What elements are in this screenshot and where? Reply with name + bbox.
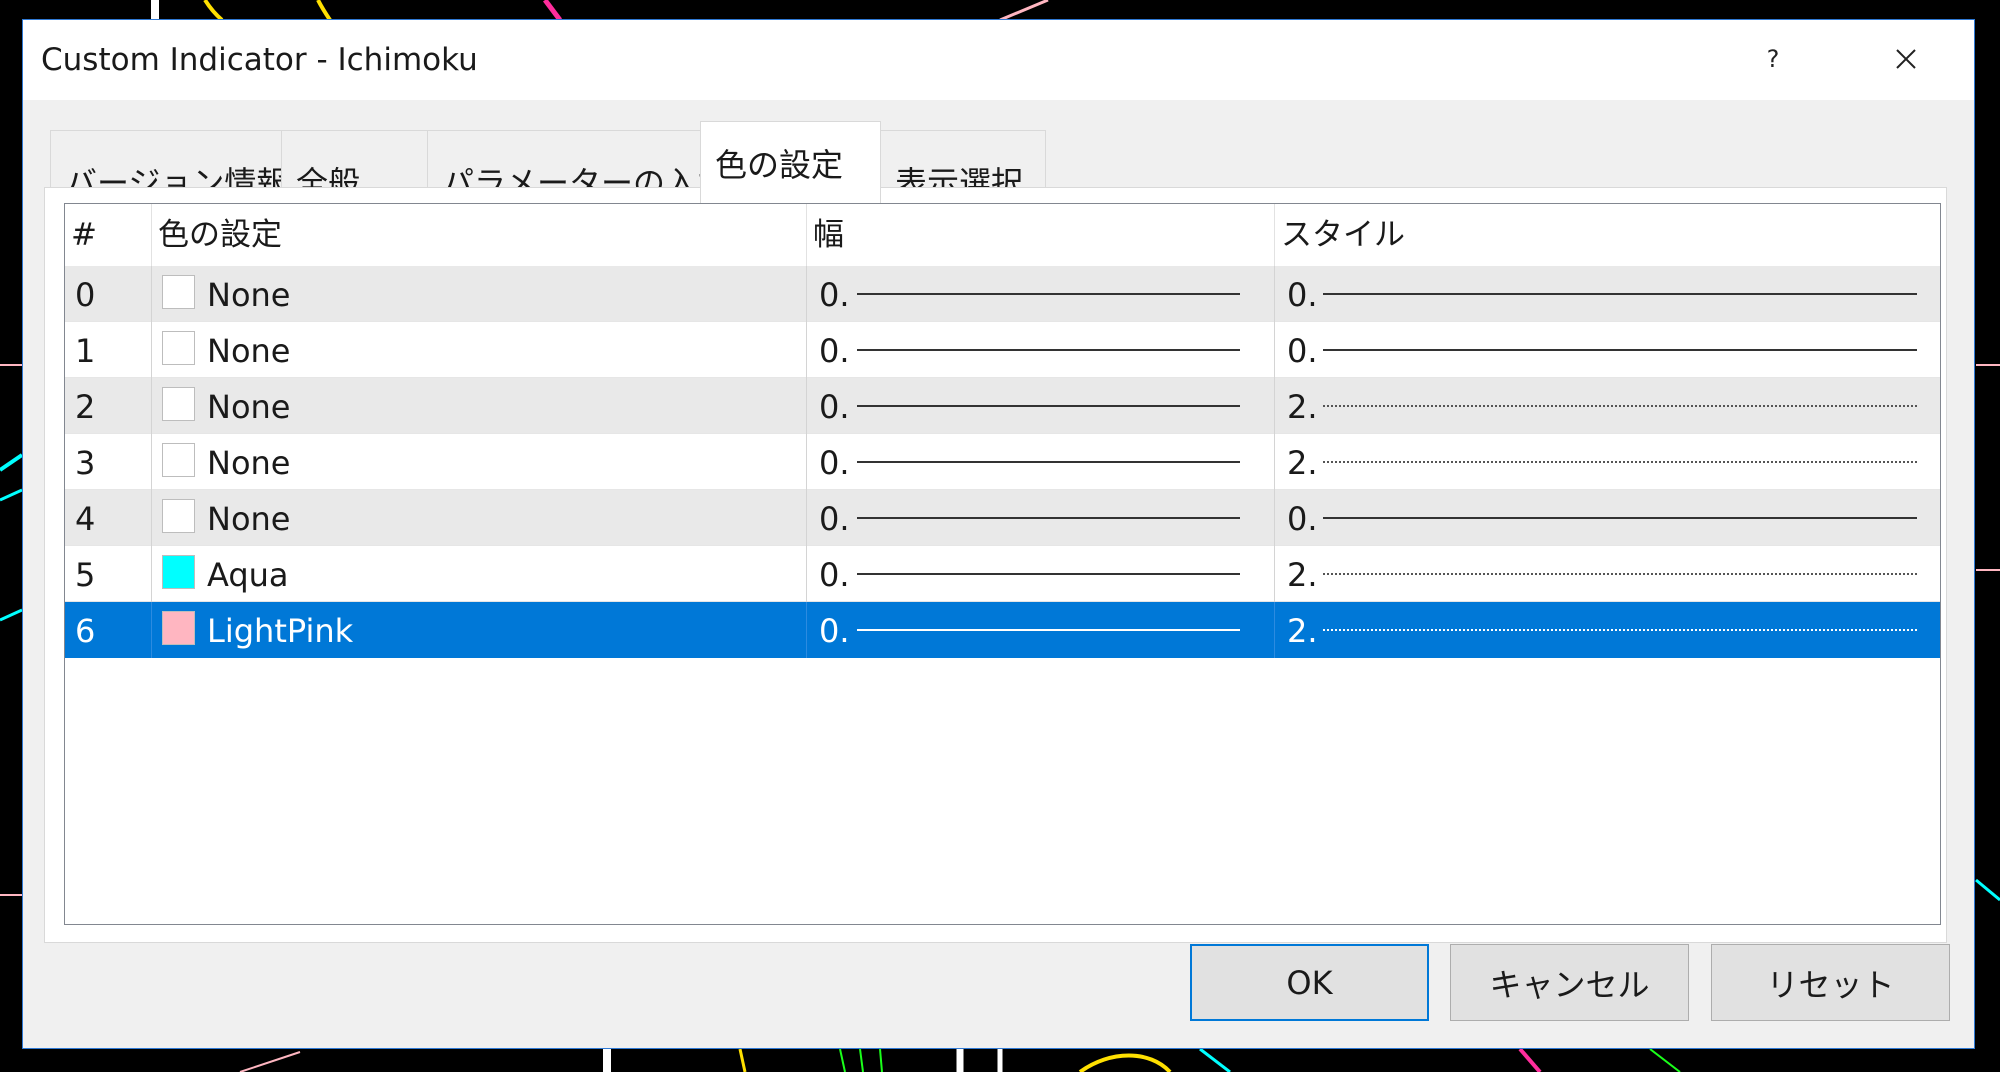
row-index: 1	[65, 322, 152, 378]
table-row[interactable]: 5 Aqua 0. 2.	[65, 546, 1940, 602]
width-line-preview	[857, 629, 1240, 631]
close-icon	[1896, 49, 1916, 69]
color-name: None	[207, 276, 291, 314]
table-row[interactable]: 3 None 0. 2.	[65, 434, 1940, 490]
width-value: 0.	[819, 444, 850, 482]
style-value: 2.	[1287, 612, 1318, 650]
color-name: Aqua	[207, 556, 289, 594]
width-cell[interactable]: 0.	[807, 602, 1275, 658]
color-swatch	[162, 331, 195, 365]
width-line-preview	[857, 573, 1240, 575]
cancel-button[interactable]: キャンセル	[1450, 944, 1689, 1021]
table-row[interactable]: 2 None 0. 2.	[65, 378, 1940, 434]
row-index: 0	[65, 266, 152, 322]
color-cell[interactable]: Aqua	[152, 546, 807, 602]
style-line-preview	[1323, 461, 1917, 463]
width-line-preview	[857, 405, 1240, 407]
width-cell[interactable]: 0.	[807, 378, 1275, 434]
style-value: 2.	[1287, 444, 1318, 482]
help-button[interactable]: ?	[1748, 34, 1798, 84]
table-row[interactable]: 4 None 0. 0.	[65, 490, 1940, 546]
tab-colors[interactable]: 色の設定	[700, 121, 881, 209]
width-line-preview	[857, 349, 1240, 351]
color-cell[interactable]: None	[152, 322, 807, 378]
width-cell[interactable]: 0.	[807, 490, 1275, 546]
style-line-preview	[1323, 293, 1917, 295]
width-cell[interactable]: 0.	[807, 434, 1275, 490]
table-row-selected[interactable]: 6 LightPink 0. 2.	[65, 602, 1940, 658]
width-value: 0.	[819, 276, 850, 314]
row-index: 3	[65, 434, 152, 490]
color-swatch	[162, 387, 195, 421]
color-settings-list[interactable]: # 色の設定 幅 スタイル 0 None 0. 0. 1 None 0. 0. …	[64, 203, 1941, 925]
color-cell[interactable]: None	[152, 434, 807, 490]
list-rows: 0 None 0. 0. 1 None 0. 0. 2 None 0. 2. 3…	[65, 266, 1940, 658]
style-value: 0.	[1287, 500, 1318, 538]
width-value: 0.	[819, 556, 850, 594]
color-name: None	[207, 332, 291, 370]
color-name: None	[207, 388, 291, 426]
close-button[interactable]	[1878, 34, 1934, 84]
title-bar: Custom Indicator - Ichimoku ?	[23, 20, 1974, 100]
style-value: 2.	[1287, 388, 1318, 426]
color-swatch	[162, 443, 195, 477]
color-swatch	[162, 611, 195, 645]
table-row[interactable]: 1 None 0. 0.	[65, 322, 1940, 378]
column-header-style[interactable]: スタイル	[1275, 204, 1941, 266]
color-cell[interactable]: None	[152, 266, 807, 322]
window-title: Custom Indicator - Ichimoku	[41, 42, 478, 78]
list-header: # 色の設定 幅 スタイル	[65, 204, 1940, 266]
style-cell[interactable]: 0.	[1275, 490, 1941, 546]
row-index: 2	[65, 378, 152, 434]
style-cell[interactable]: 0.	[1275, 266, 1941, 322]
width-line-preview	[857, 517, 1240, 519]
width-line-preview	[857, 293, 1240, 295]
width-value: 0.	[819, 612, 850, 650]
color-cell[interactable]: LightPink	[152, 602, 807, 658]
style-line-preview	[1323, 629, 1917, 631]
reset-button[interactable]: リセット	[1711, 944, 1950, 1021]
color-swatch	[162, 499, 195, 533]
width-value: 0.	[819, 388, 850, 426]
column-header-width[interactable]: 幅	[807, 204, 1275, 266]
row-index: 6	[65, 602, 152, 658]
ok-button[interactable]: OK	[1190, 944, 1429, 1021]
row-index: 5	[65, 546, 152, 602]
style-value: 0.	[1287, 276, 1318, 314]
style-cell[interactable]: 0.	[1275, 322, 1941, 378]
style-cell[interactable]: 2.	[1275, 602, 1941, 658]
custom-indicator-dialog: Custom Indicator - Ichimoku ? バージョン情報 全般…	[22, 19, 1975, 1049]
width-cell[interactable]: 0.	[807, 266, 1275, 322]
width-cell[interactable]: 0.	[807, 322, 1275, 378]
color-cell[interactable]: None	[152, 378, 807, 434]
width-value: 0.	[819, 500, 850, 538]
width-line-preview	[857, 461, 1240, 463]
column-header-index[interactable]: #	[65, 204, 152, 266]
style-cell[interactable]: 2.	[1275, 546, 1941, 602]
style-line-preview	[1323, 349, 1917, 351]
color-name: None	[207, 444, 291, 482]
color-swatch	[162, 555, 195, 589]
style-cell[interactable]: 2.	[1275, 378, 1941, 434]
color-cell[interactable]: None	[152, 490, 807, 546]
style-cell[interactable]: 2.	[1275, 434, 1941, 490]
row-index: 4	[65, 490, 152, 546]
style-line-preview	[1323, 517, 1917, 519]
table-row[interactable]: 0 None 0. 0.	[65, 266, 1940, 322]
color-name: LightPink	[207, 612, 354, 650]
style-value: 0.	[1287, 332, 1318, 370]
width-value: 0.	[819, 332, 850, 370]
style-value: 2.	[1287, 556, 1318, 594]
column-header-color[interactable]: 色の設定	[152, 204, 807, 266]
style-line-preview	[1323, 573, 1917, 575]
color-swatch	[162, 275, 195, 309]
width-cell[interactable]: 0.	[807, 546, 1275, 602]
color-name: None	[207, 500, 291, 538]
style-line-preview	[1323, 405, 1917, 407]
